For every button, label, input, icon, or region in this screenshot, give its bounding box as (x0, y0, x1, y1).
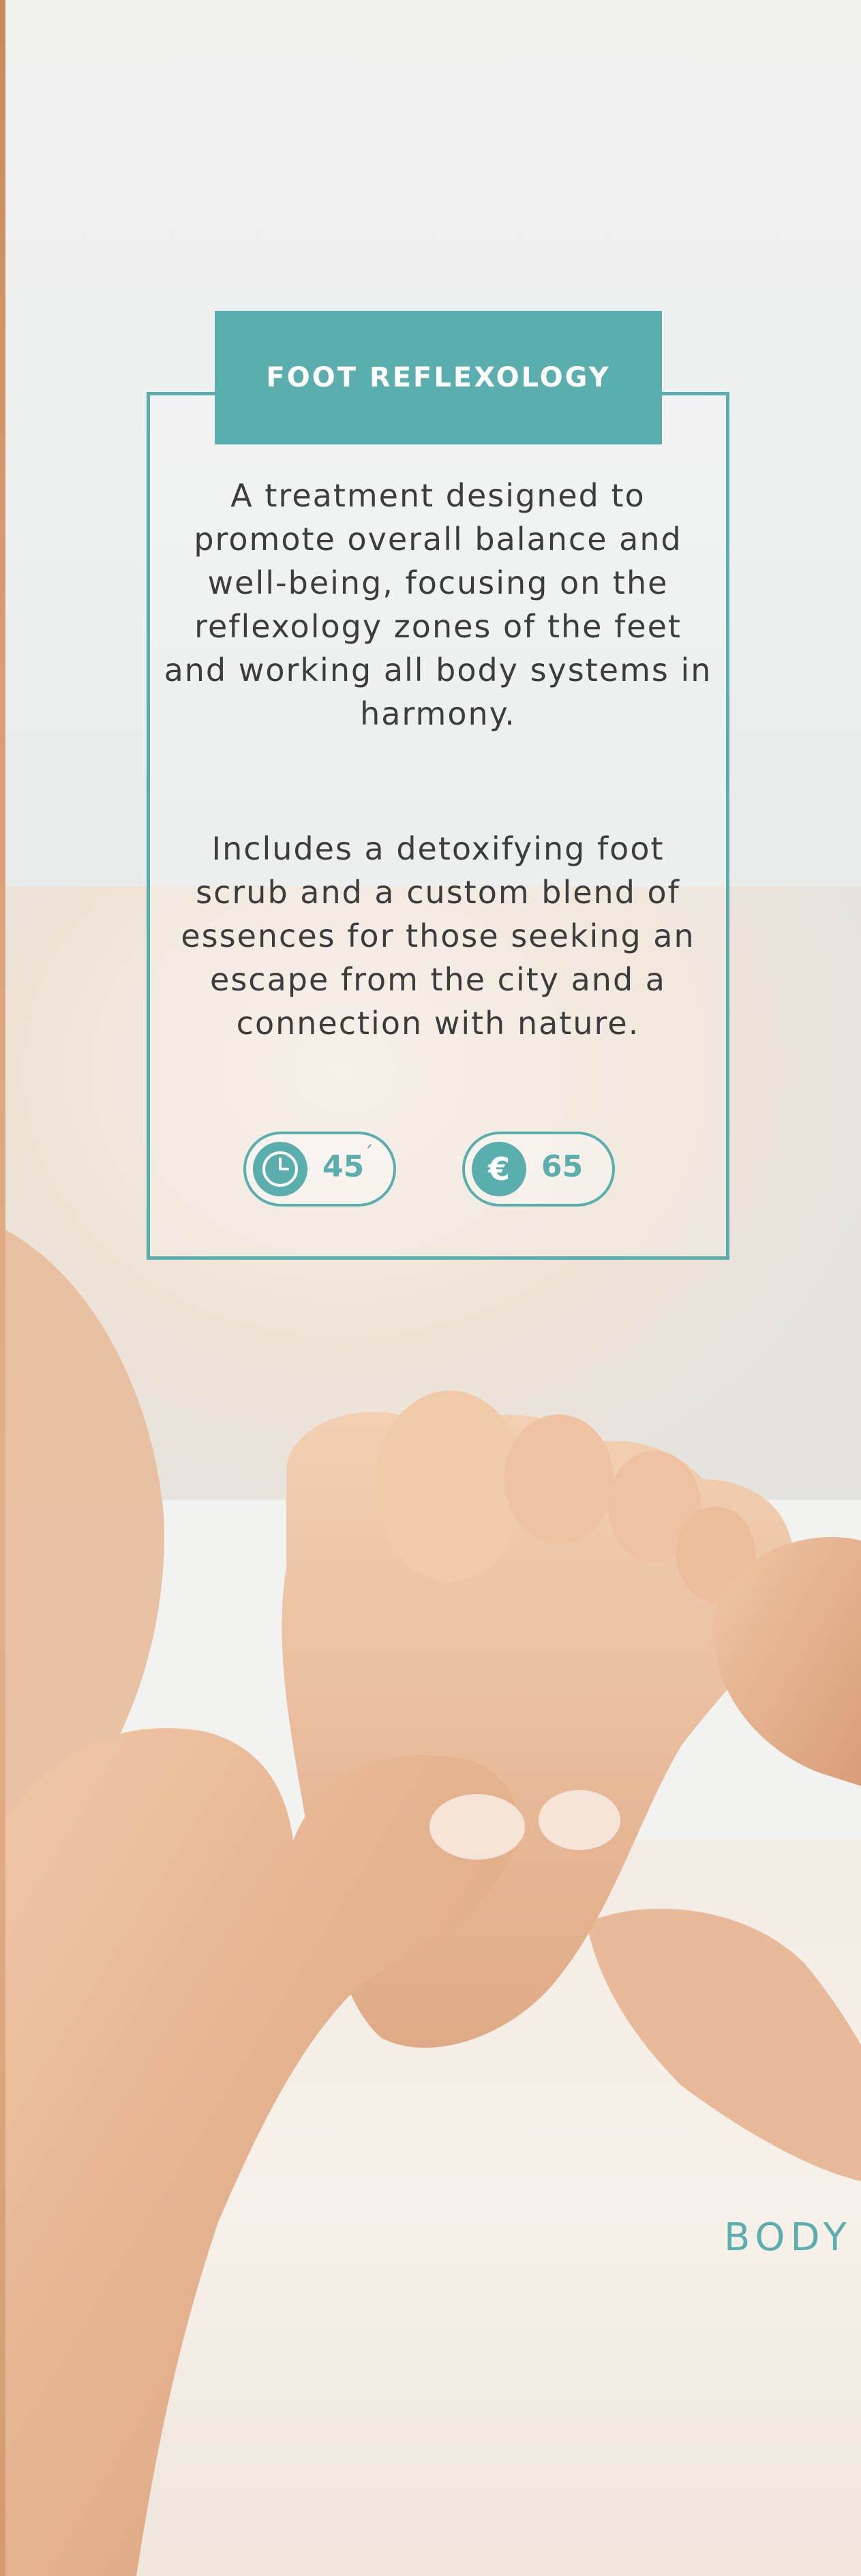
price-badge: € 65 (462, 1132, 615, 1207)
duration-value: 45 (322, 1149, 365, 1184)
treatment-inclusions: Includes a detoxifying foot scrub and a … (181, 830, 695, 1042)
section-label: BODY (724, 2215, 852, 2260)
euro-symbol: € (487, 1151, 510, 1187)
euro-icon: € (472, 1142, 526, 1196)
treatment-title-banner: FOOT REFLEXOLOGY (215, 311, 662, 444)
duration-unit: ´ (363, 1142, 374, 1166)
page-edge-strip (0, 0, 5, 2576)
foot-massage-photo (0, 1227, 861, 2576)
treatment-description: A treatment designed to promote overall … (164, 477, 712, 732)
treatment-title: FOOT REFLEXOLOGY (266, 362, 611, 393)
clock-icon (253, 1142, 307, 1196)
duration-badge: 45 ´ (243, 1132, 396, 1207)
price-value: 65 (541, 1149, 584, 1184)
